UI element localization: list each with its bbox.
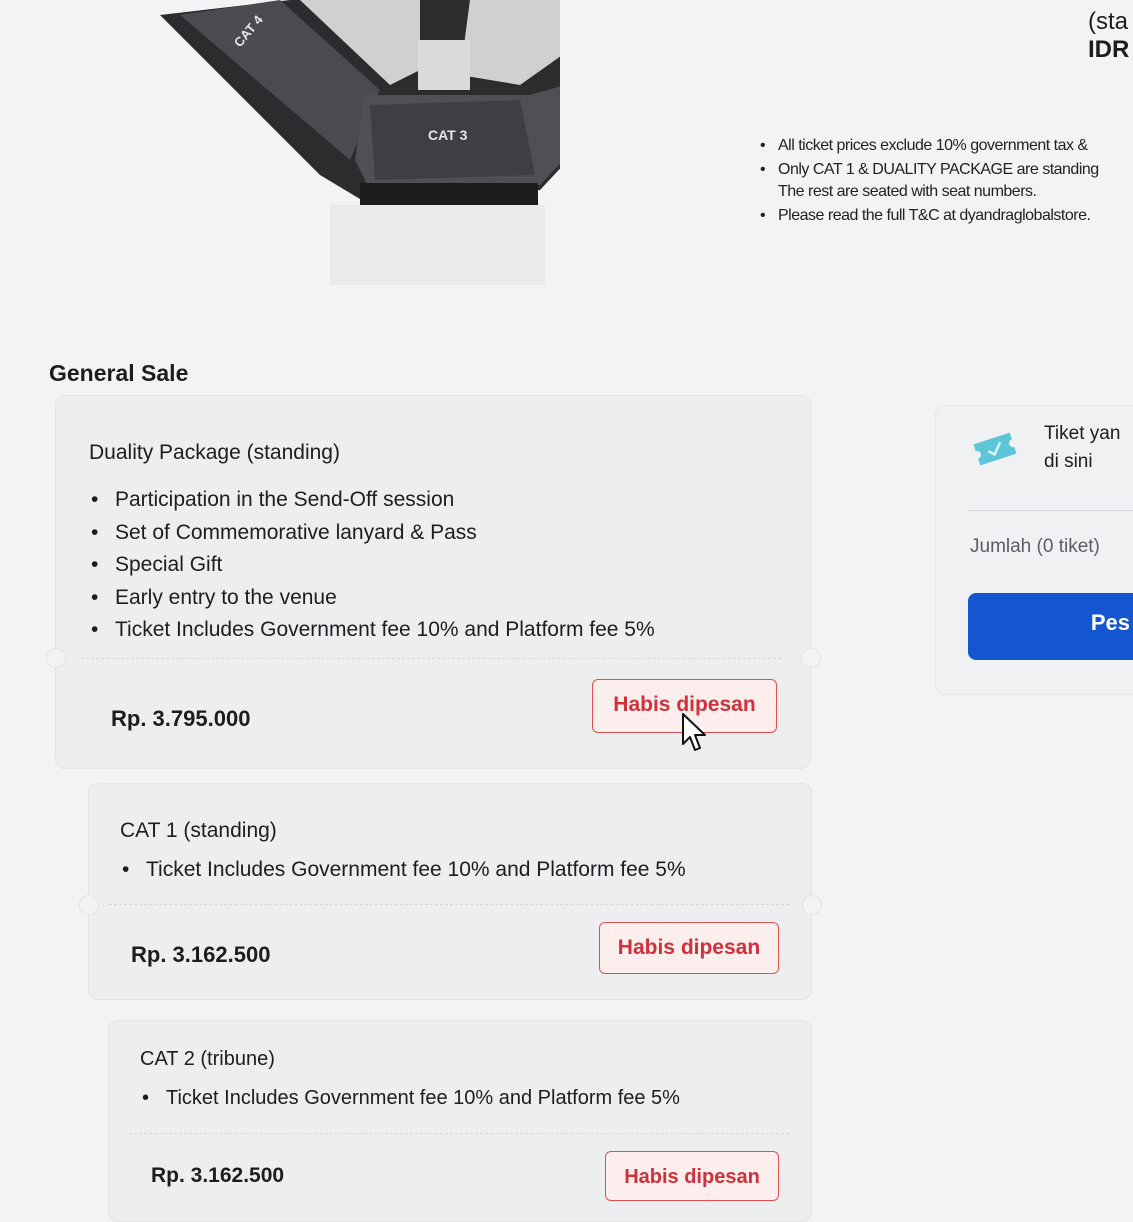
note-item: All ticket prices exclude 10% government… [760,135,1133,157]
sold-out-button[interactable]: Habis dipesan [599,922,779,974]
currency-fragment: IDR [1088,36,1130,63]
ticket-name: CAT 2 (tribune) [140,1048,275,1070]
note-subline: The rest are seated with seat numbers. [778,183,1037,200]
benefit-item: Ticket Includes Government fee 10% and P… [89,614,655,647]
card-divider [129,1133,789,1134]
note-item: Please read the full T&C at dyandragloba… [760,205,1133,227]
benefit-item: Participation in the Send-Off session [89,484,655,517]
ticket-icon [973,432,1017,466]
order-button[interactable]: Pes [968,593,1133,660]
venue-map: CAT 4 CAT 3 [0,0,560,285]
ticket-name: CAT 1 (standing) [120,819,277,842]
panel-divider [968,510,1133,511]
ticket-quantity: Jumlah (0 tiket) [970,536,1100,557]
ticket-price: Rp. 3.795.000 [111,706,251,731]
ticket-notes: All ticket prices exclude 10% government… [760,135,1133,229]
ticket-info-message: Tiket yan di sini [1044,423,1121,472]
section-title-general-sale: General Sale [49,360,189,386]
ticket-benefits: Participation in the Send-Off session Se… [89,484,655,647]
card-notch [802,895,822,915]
map-label-cat3: CAT 3 [428,127,468,143]
sold-out-button[interactable]: Habis dipesan [605,1151,779,1201]
card-notch [801,648,821,668]
ticket-card-cat2: CAT 2 (tribune) Ticket Includes Governme… [108,1020,812,1222]
ticket-price: Rp. 3.162.500 [131,942,271,967]
benefit-item: Special Gift [89,549,655,582]
note-item: Only CAT 1 & DUALITY PACKAGE are standin… [760,159,1133,203]
benefit-item: Set of Commemorative lanyard & Pass [89,517,655,550]
ticket-name: Duality Package (standing) [89,441,340,464]
benefit-item: Ticket Includes Government fee 10% and P… [120,854,686,886]
card-divider [81,658,781,659]
ticket-benefits: Ticket Includes Government fee 10% and P… [120,854,686,886]
card-notch [79,895,99,915]
mouse-cursor-icon [682,713,706,751]
card-notch [46,648,66,668]
benefit-item: Ticket Includes Government fee 10% and P… [140,1083,680,1113]
benefit-item: Early entry to the venue [89,582,655,615]
ticket-card-cat1: CAT 1 (standing) Ticket Includes Governm… [79,783,822,1000]
venue-map-drawing: CAT 4 CAT 3 [160,0,560,285]
info-heading-fragment: (sta [1088,8,1129,35]
ticket-benefits: Ticket Includes Government fee 10% and P… [140,1083,680,1113]
card-divider [109,904,789,905]
ticket-price: Rp. 3.162.500 [151,1164,285,1187]
